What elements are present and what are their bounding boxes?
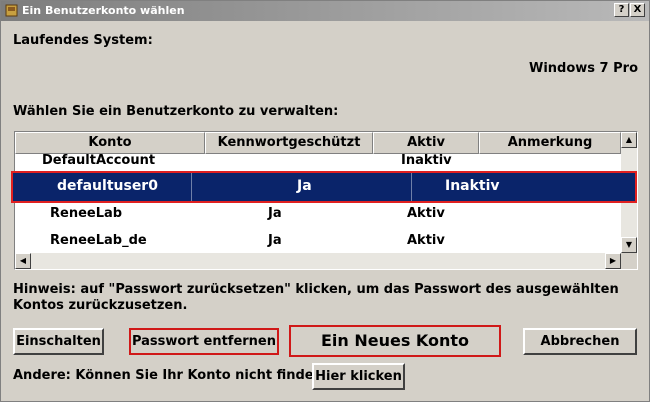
click-here-button[interactable]: Hier klicken (312, 363, 405, 390)
table-row[interactable]: ReneeLab_de Ja Aktiv (15, 229, 621, 253)
column-header-konto[interactable]: Konto (15, 132, 205, 154)
table-row[interactable]: DefaultAccount Inaktiv (15, 152, 621, 170)
remove-password-button[interactable]: Passwort entfernen (129, 328, 279, 355)
column-divider (411, 173, 412, 201)
cancel-button[interactable]: Abbrechen (523, 328, 637, 355)
other-label: Andere: Können Sie Ihr Konto nicht finde… (13, 368, 331, 383)
dialog-window: Ein Benutzerkonto wählen ? X Laufendes S… (0, 0, 650, 402)
title-bar[interactable]: Ein Benutzerkonto wählen ? X (1, 1, 649, 21)
scroll-down-icon[interactable]: ▼ (621, 237, 637, 253)
cell-aktiv: Inaktiv (445, 178, 500, 194)
system-value: Windows 7 Pro (529, 61, 639, 76)
cell-kennwort: Ja (268, 233, 282, 248)
scroll-up-icon[interactable]: ▲ (621, 132, 637, 148)
accounts-label: Wählen Sie ein Benutzerkonto zu verwalte… (13, 104, 339, 119)
new-account-button[interactable]: Ein Neues Konto (289, 325, 501, 357)
table-row[interactable]: ReneeLab Ja Aktiv (15, 202, 621, 226)
cell-kennwort: Ja (268, 206, 282, 221)
app-icon (5, 4, 18, 17)
selected-table-row[interactable]: defaultuser0 Ja Inaktiv (11, 171, 637, 203)
enable-button[interactable]: Einschalten (13, 328, 104, 355)
cell-kennwort: Ja (297, 178, 312, 194)
cell-konto: DefaultAccount (42, 153, 156, 168)
window-title: Ein Benutzerkonto wählen (22, 4, 185, 17)
cell-konto: ReneeLab (50, 206, 123, 221)
scroll-left-icon[interactable]: ◀ (15, 253, 31, 269)
horizontal-scrollbar[interactable]: ◀ ▶ (15, 253, 621, 269)
column-divider (191, 173, 192, 201)
cell-aktiv: Aktiv (407, 233, 445, 248)
hint-text: Hinweis: auf "Passwort zurücksetzen" kli… (13, 282, 619, 313)
help-button[interactable]: ? (614, 3, 629, 17)
system-label: Laufendes System: (13, 33, 153, 48)
column-header-kennwort[interactable]: Kennwortgeschützt (205, 132, 373, 154)
scrollbar-corner (621, 253, 637, 269)
cell-konto: ReneeLab_de (50, 233, 147, 248)
column-header-anmerkung[interactable]: Anmerkung (479, 132, 621, 154)
close-button[interactable]: X (630, 3, 645, 17)
column-header-aktiv[interactable]: Aktiv (373, 132, 479, 154)
cell-konto: defaultuser0 (57, 178, 158, 194)
cell-aktiv: Inaktiv (401, 153, 452, 168)
scroll-right-icon[interactable]: ▶ (605, 253, 621, 269)
cell-aktiv: Aktiv (407, 206, 445, 221)
